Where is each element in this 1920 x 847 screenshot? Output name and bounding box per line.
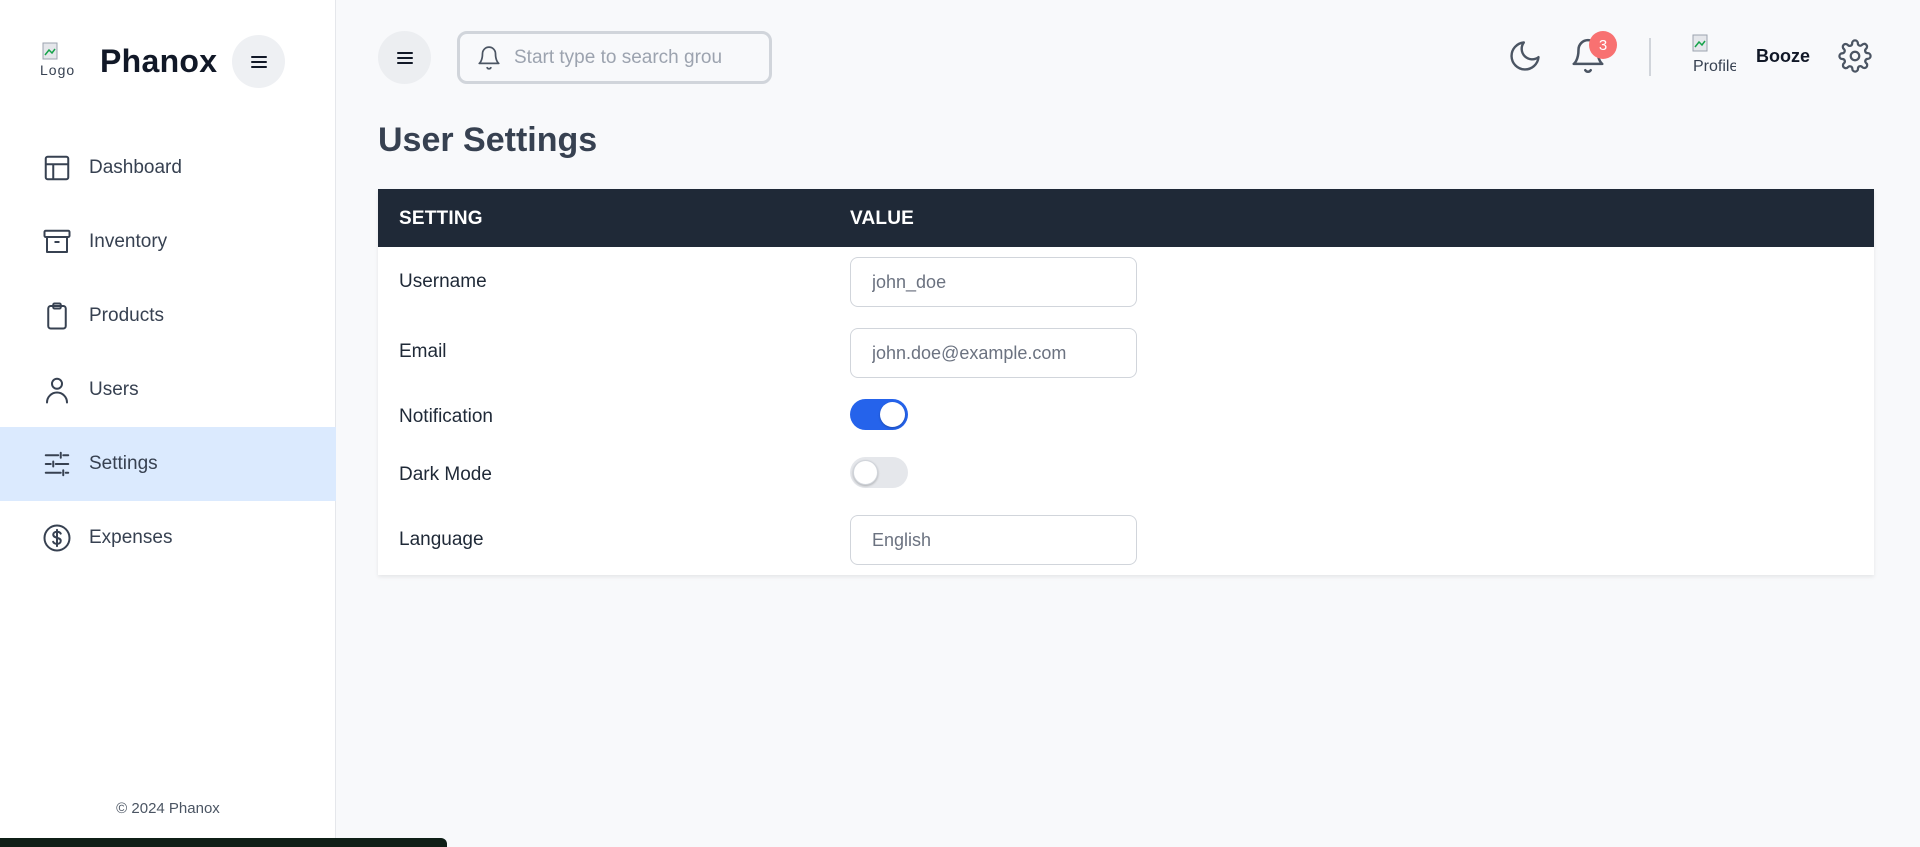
search-input[interactable]: [514, 46, 744, 69]
user-name[interactable]: Booze: [1756, 46, 1810, 67]
brand[interactable]: Logo Phanox: [40, 38, 217, 84]
user-icon: [42, 375, 72, 405]
dark-mode-toggle[interactable]: [850, 457, 908, 488]
sidebar-item-inventory[interactable]: Inventory: [0, 205, 336, 279]
settings-table: SETTING VALUE Username Email Notificatio…: [378, 189, 1874, 575]
notification-badge: 3: [1589, 31, 1617, 59]
table-header: SETTING VALUE: [378, 189, 1874, 247]
sidebar-item-label: Dashboard: [89, 157, 182, 178]
setting-label-language: Language: [399, 529, 484, 550]
language-field[interactable]: [850, 515, 1137, 565]
dollar-circle-icon: [42, 523, 72, 553]
username-field[interactable]: [850, 257, 1137, 307]
logo-alt-text: Logo: [40, 62, 76, 78]
sliders-icon: [42, 449, 72, 479]
sidebar-item-settings[interactable]: Settings: [0, 427, 336, 501]
header-divider: [1649, 38, 1651, 76]
clipboard-icon: [42, 301, 72, 331]
sidebar-item-dashboard[interactable]: Dashboard: [0, 131, 336, 205]
setting-label-username: Username: [399, 271, 487, 292]
sidebar-item-products[interactable]: Products: [0, 279, 336, 353]
bell-icon: [478, 45, 500, 70]
layout-icon: [42, 153, 72, 183]
search-box[interactable]: [457, 31, 772, 84]
page-title: User Settings: [378, 121, 598, 159]
sidebar-item-label: Settings: [89, 453, 158, 474]
toggle-knob: [853, 460, 878, 485]
setting-label-notification: Notification: [399, 406, 493, 427]
menu-icon: [396, 51, 413, 64]
sidebar-item-label: Products: [89, 305, 164, 326]
sidebar: Logo Phanox Dashboard Inventory Products: [0, 0, 336, 847]
avatar[interactable]: Profile: [1692, 34, 1736, 78]
archive-icon: [42, 227, 72, 257]
sidebar-item-label: Expenses: [89, 527, 173, 548]
bottom-status-bar: [0, 838, 447, 847]
sidebar-nav: Dashboard Inventory Products Users Setti…: [0, 131, 336, 575]
column-header-value: VALUE: [850, 208, 914, 229]
avatar-alt-text: Profile: [1693, 58, 1736, 75]
menu-icon: [250, 55, 267, 68]
sidebar-item-label: Users: [89, 379, 139, 400]
gear-icon[interactable]: [1838, 39, 1872, 73]
sidebar-item-users[interactable]: Users: [0, 353, 336, 427]
sidebar-item-expenses[interactable]: Expenses: [0, 501, 336, 575]
copyright-text: © 2024 Phanox: [116, 800, 220, 817]
column-header-setting: SETTING: [399, 208, 483, 229]
moon-icon[interactable]: [1507, 38, 1543, 74]
setting-label-email: Email: [399, 341, 447, 362]
toggle-knob: [880, 402, 905, 427]
notification-toggle[interactable]: [850, 399, 908, 430]
menu-toggle-button[interactable]: [378, 31, 431, 84]
brand-name: Phanox: [100, 42, 218, 79]
sidebar-item-label: Inventory: [89, 231, 168, 252]
sidebar-collapse-button[interactable]: [232, 35, 285, 88]
setting-label-dark-mode: Dark Mode: [399, 464, 492, 485]
email-field[interactable]: [850, 328, 1137, 378]
logo-image: Logo: [40, 40, 78, 82]
